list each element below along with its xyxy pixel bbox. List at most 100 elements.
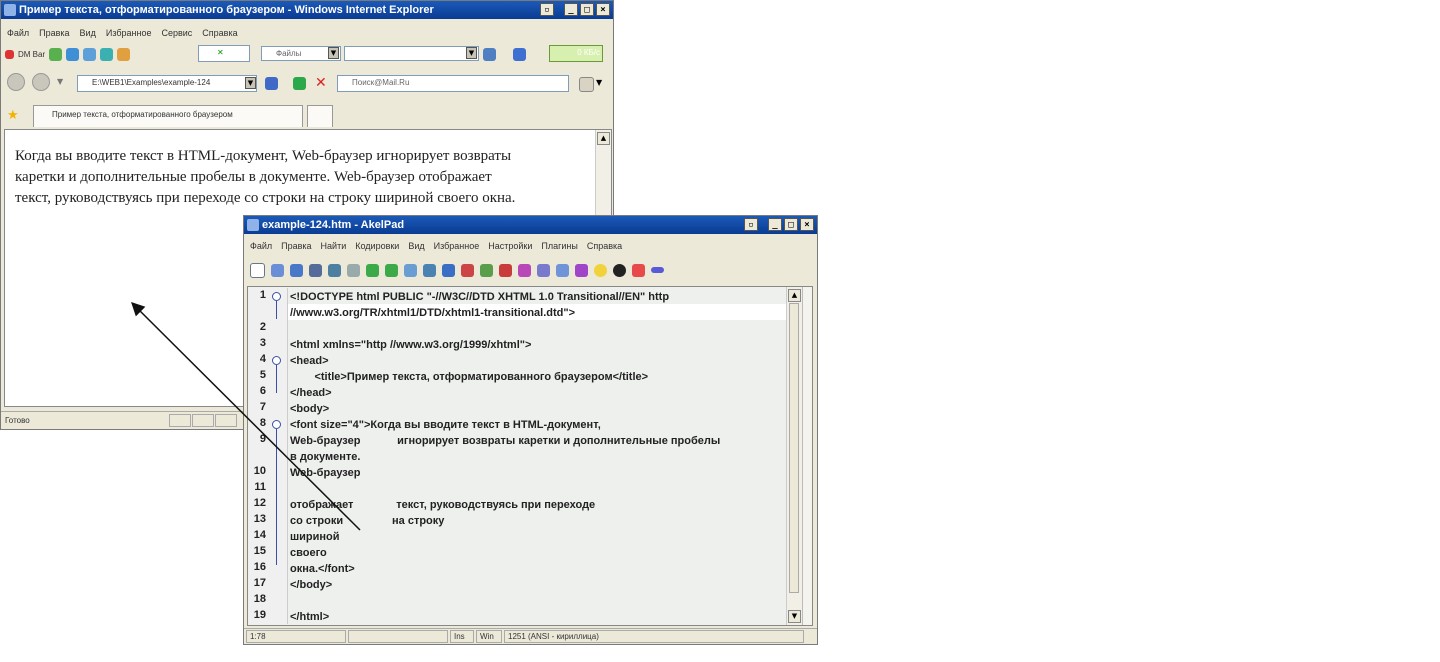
body-line: текст, руководствуясь при переходе со ст… — [15, 190, 516, 206]
find-icon[interactable] — [404, 263, 417, 277]
refresh-icon[interactable] — [66, 47, 80, 61]
save-icon[interactable] — [309, 263, 322, 277]
minus-icon[interactable] — [651, 267, 664, 273]
chat-icon[interactable] — [49, 47, 63, 61]
arrow-right-icon[interactable] — [385, 263, 398, 277]
clear-field[interactable]: ✕ — [198, 45, 250, 62]
minimize-button[interactable]: _ — [564, 3, 578, 16]
scroll-thumb[interactable] — [789, 303, 799, 593]
search-combo[interactable] — [344, 46, 479, 61]
settings-icon[interactable] — [537, 263, 550, 277]
bulb-icon[interactable] — [594, 263, 607, 277]
scroll-up-button[interactable]: ▲ — [788, 289, 801, 302]
close-button[interactable]: × — [596, 3, 610, 16]
status-newline: Win — [476, 630, 502, 643]
fold-marker-icon[interactable] — [272, 356, 281, 365]
menu-file[interactable]: Файл — [250, 238, 272, 254]
menu-tools[interactable]: Сервис — [161, 25, 192, 41]
hand-icon[interactable] — [117, 47, 131, 61]
scroll-down-button[interactable]: ▼ — [788, 610, 801, 623]
ie-titlebar[interactable]: Пример текста, отформатированного браузе… — [1, 1, 613, 19]
scroll-up-button[interactable]: ▲ — [597, 132, 610, 145]
menu-favorites[interactable]: Избранное — [106, 25, 152, 41]
menu-help[interactable]: Справка — [202, 25, 237, 41]
search-icon[interactable] — [579, 77, 594, 92]
extra-icon[interactable]: ▫ — [540, 3, 554, 16]
menu-view[interactable]: Вид — [80, 25, 96, 41]
minimize-button[interactable]: _ — [768, 218, 782, 231]
status-segment — [192, 414, 214, 427]
people-icon[interactable] — [83, 47, 97, 61]
line-number: 2 — [259, 321, 266, 333]
new-file-icon[interactable] — [250, 262, 265, 278]
menu-edit[interactable]: Правка — [39, 25, 69, 41]
forward-button[interactable] — [32, 73, 50, 91]
extra-icon[interactable]: ▫ — [744, 218, 758, 231]
record-icon[interactable] — [613, 263, 626, 277]
akelpad-titlebar[interactable]: example-124.htm - AkelPad ▫ _ □ × — [244, 216, 817, 234]
menu-view[interactable]: Вид — [408, 238, 424, 254]
mic-icon[interactable] — [513, 48, 526, 61]
editor-vertical-scrollbar[interactable]: ▲ ▼ — [786, 287, 802, 625]
globe-icon[interactable] — [100, 47, 114, 61]
move-icon[interactable] — [271, 263, 284, 277]
status-position: 1:78 — [246, 630, 346, 643]
new-tab-button[interactable] — [307, 105, 333, 127]
line-number: 10 — [253, 465, 266, 477]
address-field[interactable]: E:\WEB1\Examples\example-124 — [77, 75, 257, 92]
split-scrollbar[interactable] — [802, 287, 812, 625]
goto-icon[interactable] — [442, 263, 455, 277]
line-number: 16 — [253, 561, 266, 573]
files-dropdown-arrow[interactable]: ▼ — [328, 47, 339, 59]
search-input[interactable]: Поиск@Mail.Ru — [337, 75, 569, 92]
line-number: 12 — [253, 497, 266, 509]
diamond-icon[interactable] — [366, 263, 379, 277]
plus-icon[interactable] — [632, 263, 645, 277]
menu-edit[interactable]: Правка — [281, 238, 311, 254]
maximize-button[interactable]: □ — [580, 3, 594, 16]
fold-line — [276, 429, 277, 565]
color-icon[interactable] — [518, 263, 531, 277]
search-combo-arrow[interactable]: ▼ — [466, 47, 477, 59]
menu-find[interactable]: Найти — [321, 238, 347, 254]
menu-settings[interactable]: Настройки — [488, 238, 532, 254]
window-icon[interactable] — [556, 263, 569, 277]
search-options-icon[interactable]: ▼ — [596, 78, 602, 87]
compat-icon[interactable] — [265, 77, 278, 90]
menu-plugins[interactable]: Плагины — [541, 238, 577, 254]
fold-marker-icon[interactable] — [272, 420, 281, 429]
line-number: 9 — [259, 433, 266, 445]
address-dropdown-arrow[interactable]: ▼ — [245, 77, 256, 89]
line-number: 6 — [259, 385, 266, 397]
stop-icon[interactable]: ✕ — [315, 75, 327, 91]
palette-icon[interactable] — [575, 263, 588, 277]
case-icon[interactable] — [461, 263, 474, 277]
updown-icon[interactable] — [290, 263, 303, 277]
refresh-page-icon[interactable] — [293, 77, 306, 90]
code-line: шириной — [290, 531, 340, 543]
print-icon[interactable] — [347, 263, 360, 277]
close-button[interactable]: × — [800, 218, 814, 231]
body-line: каретки и дополнительные пробелы в докум… — [15, 169, 492, 185]
akelpad-editor[interactable]: 1 2 3 4 5 6 7 8 9 10 11 12 13 14 15 16 1… — [247, 286, 813, 626]
back-button[interactable] — [7, 73, 25, 91]
menu-encodings[interactable]: Кодировки — [355, 238, 399, 254]
history-dropdown-icon[interactable]: ▼ — [57, 77, 63, 86]
menu-help[interactable]: Справка — [587, 238, 622, 254]
dm-bar-label[interactable]: DM Bar — [18, 50, 45, 59]
fold-marker-icon[interactable] — [272, 292, 281, 301]
binoculars-icon[interactable] — [328, 263, 341, 277]
search-go-icon[interactable] — [483, 48, 496, 61]
code-line: со строки на строку — [290, 515, 445, 527]
dm-close-icon[interactable] — [5, 49, 14, 59]
menu-file[interactable]: Файл — [7, 25, 29, 41]
tab-page[interactable]: Пример текста, отформатированного браузе… — [33, 105, 303, 127]
progress-field: 0 КБ/с — [549, 45, 603, 62]
favorites-star-icon[interactable]: ★ — [7, 108, 19, 123]
replace-icon[interactable] — [423, 263, 436, 277]
code-line: <title>Пример текста, отформатированного… — [290, 371, 649, 383]
menu-favorites[interactable]: Избранное — [434, 238, 480, 254]
maximize-button[interactable]: □ — [784, 218, 798, 231]
font-icon[interactable] — [499, 263, 512, 277]
wrap-icon[interactable] — [480, 263, 493, 277]
